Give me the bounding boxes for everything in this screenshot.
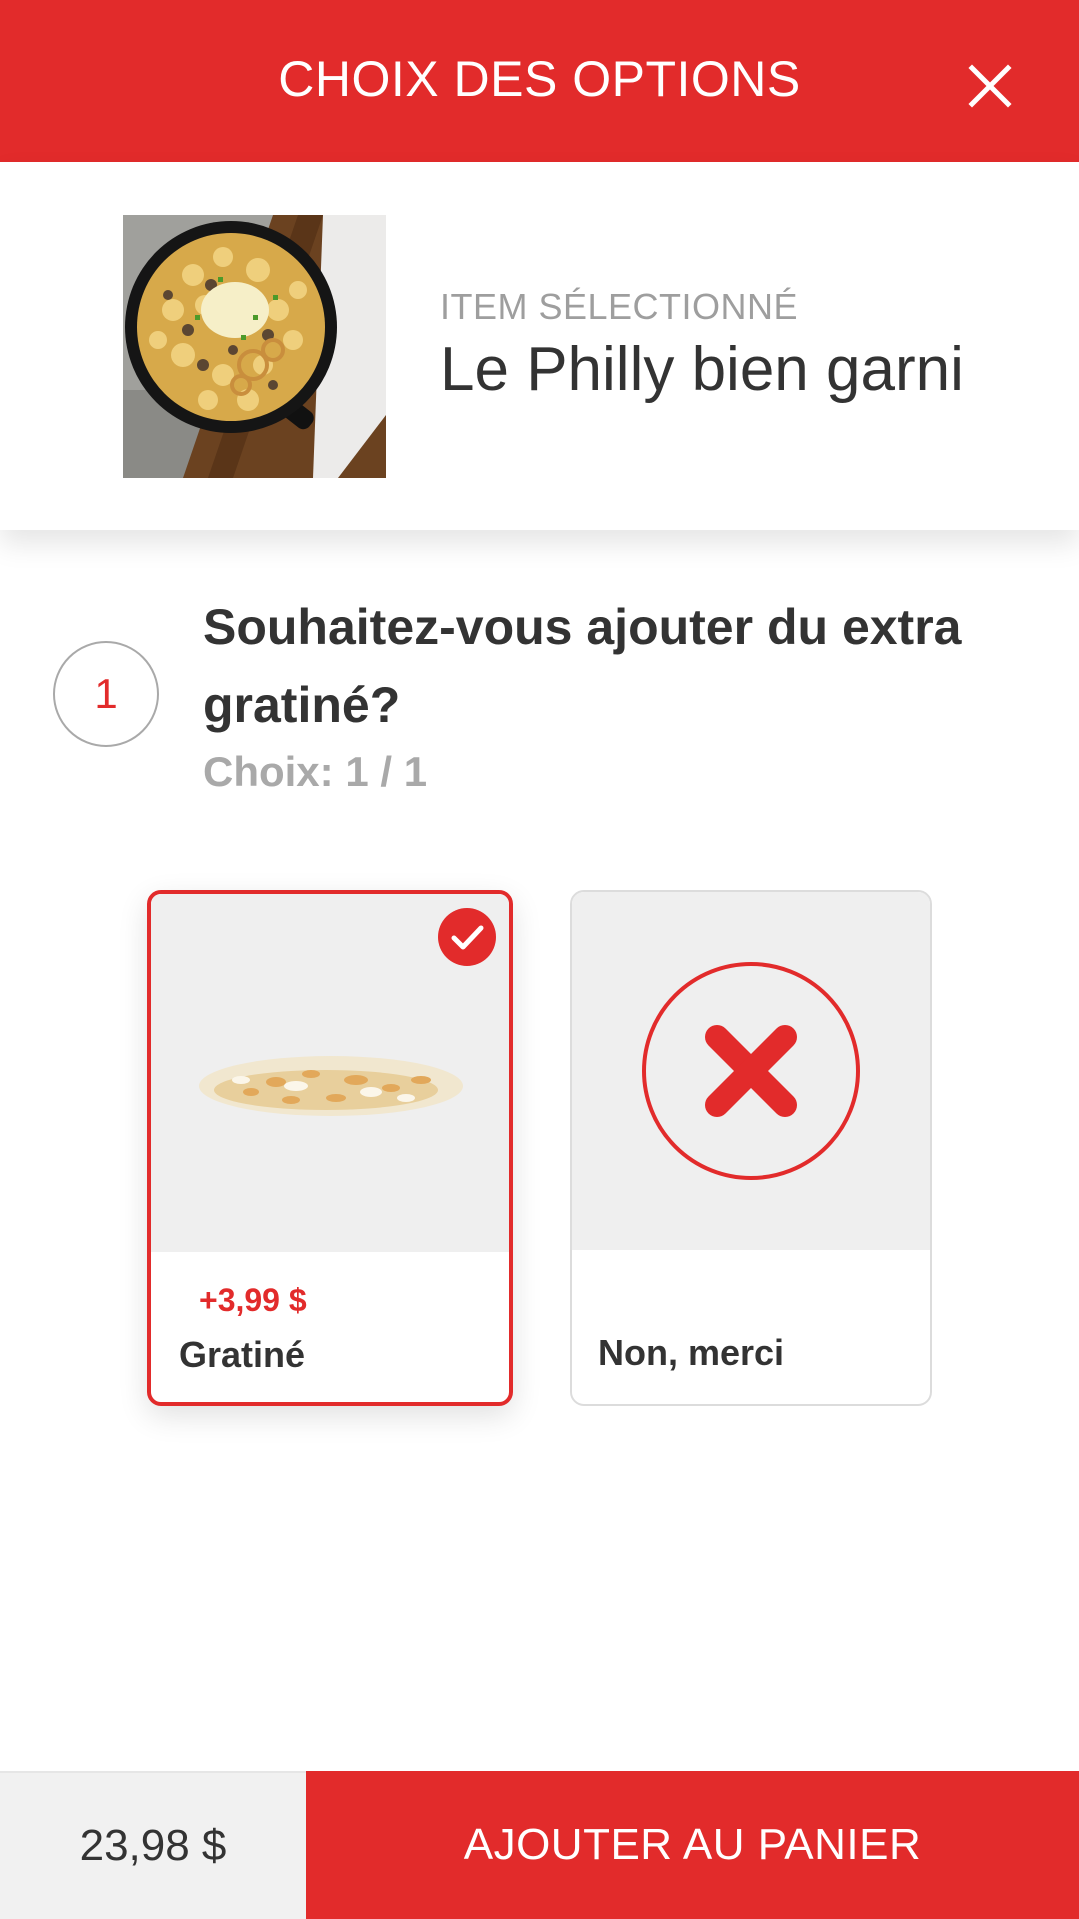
option-card-non-merci[interactable]: Non, merci bbox=[570, 890, 932, 1406]
option-image bbox=[151, 894, 509, 1252]
header-bar: CHOIX DES OPTIONS bbox=[0, 0, 1079, 162]
option-card-gratine[interactable]: +3,99 $ Gratiné bbox=[147, 890, 513, 1406]
option-question: Souhaitez-vous ajouter du extra gratiné? bbox=[203, 599, 962, 733]
no-option-x-icon bbox=[642, 962, 860, 1180]
close-button[interactable] bbox=[960, 56, 1020, 116]
checkmark-icon bbox=[451, 925, 484, 950]
footer-bar: 23,98 $ AJOUTER AU PANIER bbox=[0, 1771, 1079, 1919]
selected-item-label: ITEM SÉLECTIONNÉ bbox=[440, 286, 799, 327]
close-icon bbox=[968, 64, 1012, 108]
option-label: Gratiné bbox=[179, 1334, 306, 1375]
option-price: +3,99 $ bbox=[199, 1282, 307, 1318]
selected-item-image bbox=[123, 215, 386, 478]
selected-check-badge bbox=[438, 908, 496, 966]
page-title: CHOIX DES OPTIONS bbox=[278, 51, 801, 107]
total-price: 23,98 $ bbox=[0, 1771, 306, 1919]
choice-count: Choix: 1 / 1 bbox=[203, 748, 428, 795]
option-image bbox=[572, 892, 930, 1250]
add-to-cart-button[interactable]: AJOUTER AU PANIER bbox=[306, 1771, 1079, 1919]
selected-item-name: Le Philly bien garni bbox=[440, 335, 964, 404]
step-number-badge: 1 bbox=[53, 641, 159, 747]
option-label: Non, merci bbox=[598, 1332, 785, 1373]
